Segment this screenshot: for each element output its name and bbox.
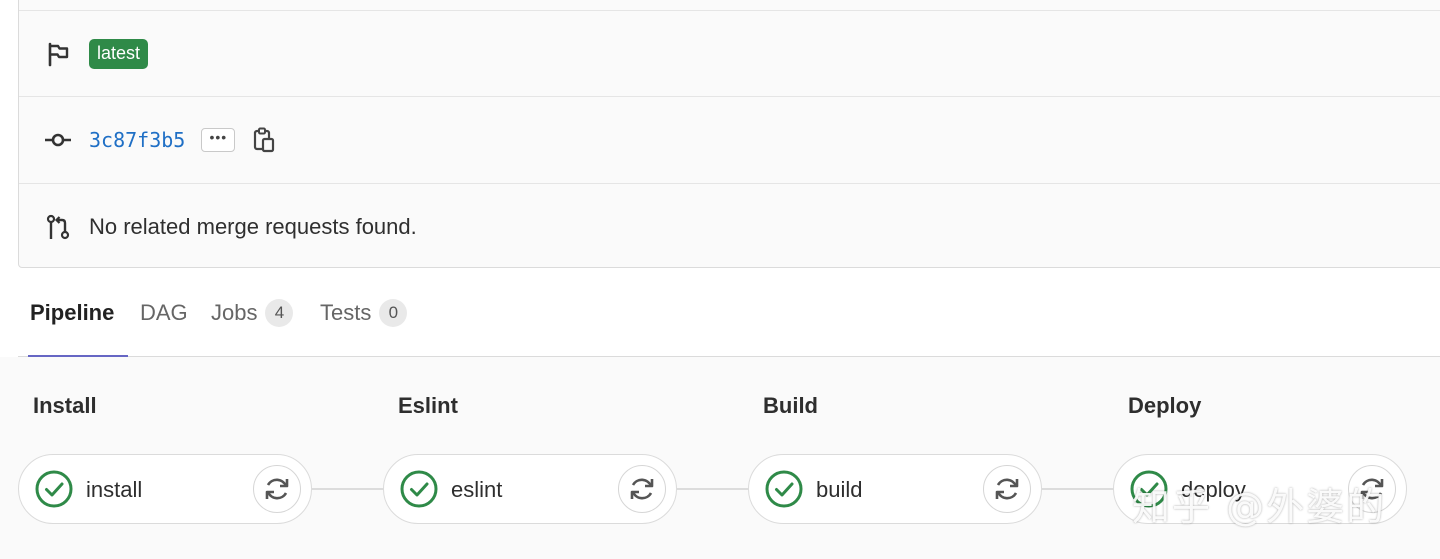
tab-tests[interactable]: Tests 0	[320, 268, 408, 357]
pipeline-tabs: Pipeline DAG Jobs 4 Tests 0	[18, 268, 1440, 358]
tab-dag[interactable]: DAG	[140, 268, 188, 357]
merge-request-icon	[43, 212, 73, 242]
clipboard-icon[interactable]	[251, 125, 277, 155]
merge-request-row: No related merge requests found.	[19, 183, 1440, 270]
stage-title-install: Install	[33, 393, 97, 418]
stage-connector	[677, 488, 749, 490]
retry-icon[interactable]	[253, 465, 301, 513]
stage-title-build: Build	[763, 393, 818, 418]
tab-label: Tests	[320, 299, 372, 325]
stage-connector	[312, 488, 384, 490]
tab-label: DAG	[140, 299, 188, 325]
tag-badge[interactable]: latest	[89, 39, 149, 69]
merge-requests-status-text: No related merge requests found.	[89, 214, 417, 239]
jobs-count-badge: 4	[265, 298, 294, 327]
tab-label: Jobs	[211, 299, 258, 325]
tests-count-badge: 0	[379, 298, 408, 327]
tag-row: latest	[19, 10, 1440, 97]
stage-connector	[1042, 488, 1114, 490]
flag-icon	[43, 39, 73, 69]
watermark: 知乎 @外婆的	[1132, 485, 1387, 529]
pipeline-info-card: latest 3c87f3b5 ••• No related merge req…	[18, 0, 1440, 268]
job-install[interactable]: install	[18, 454, 312, 524]
job-eslint[interactable]: eslint	[383, 454, 677, 524]
stage-title-eslint: Eslint	[398, 393, 458, 418]
retry-icon[interactable]	[983, 465, 1031, 513]
stage-title-deploy: Deploy	[1128, 393, 1202, 418]
job-name: eslint	[451, 477, 503, 502]
status-success-icon	[400, 470, 438, 508]
retry-icon[interactable]	[618, 465, 666, 513]
commit-sha-link[interactable]: 3c87f3b5	[89, 128, 185, 152]
tab-label: Pipeline	[30, 299, 115, 325]
commit-icon	[43, 125, 73, 155]
job-name: install	[86, 477, 143, 502]
status-success-icon	[765, 470, 803, 508]
tab-pipeline[interactable]: Pipeline	[27, 268, 129, 358]
commit-row: 3c87f3b5 •••	[19, 96, 1440, 183]
status-success-icon	[35, 470, 73, 508]
commit-message-toggle-button[interactable]: •••	[201, 128, 236, 152]
tab-jobs[interactable]: Jobs 4	[211, 268, 294, 357]
job-build[interactable]: build	[748, 454, 1042, 524]
job-name: build	[816, 477, 863, 502]
